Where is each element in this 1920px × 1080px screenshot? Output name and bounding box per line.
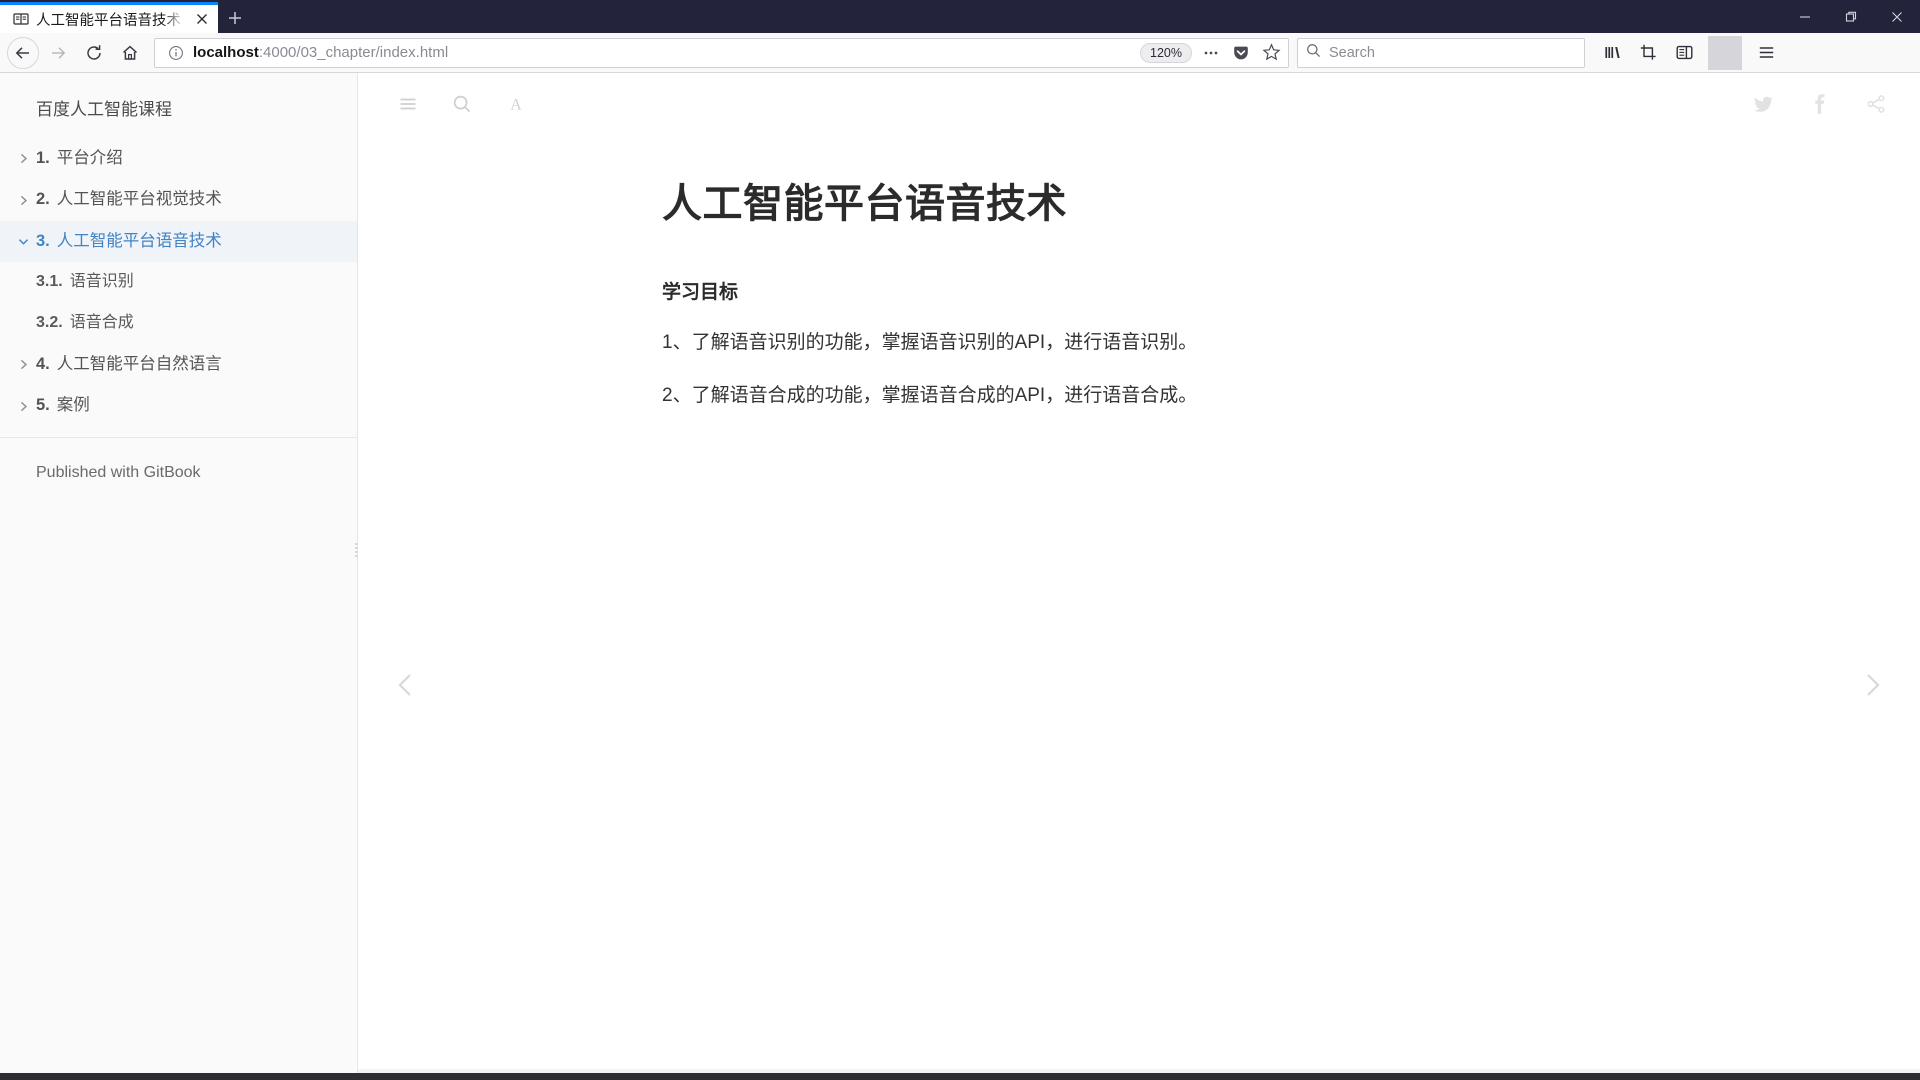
- browser-tool-icons: [1595, 35, 1783, 70]
- tab-title: 人工智能平台语音技术 | 百度人: [36, 12, 185, 29]
- sidebar-item-5-number: 5.: [36, 396, 50, 415]
- browser-search-bar[interactable]: Search: [1297, 37, 1585, 68]
- search-input[interactable]: Search: [1329, 45, 1375, 61]
- share-icon[interactable]: [1860, 88, 1892, 120]
- page-status-line: [358, 1069, 1920, 1073]
- book-favicon: [12, 11, 29, 28]
- window-close-icon[interactable]: [1874, 0, 1920, 33]
- url-input[interactable]: localhost:4000/03_chapter/index.html: [187, 44, 1140, 61]
- sidebar-item-1-number: 1.: [36, 149, 50, 167]
- page-body: 人工智能平台语音技术 学习目标 1、了解语音识别的功能，掌握语音识别的API，进…: [358, 135, 1608, 411]
- browser-window: 人工智能平台语音技术 | 百度人: [0, 0, 1920, 1080]
- window-controls: [1782, 0, 1920, 33]
- sidebar-item-1[interactable]: 1. 平台介绍: [0, 138, 357, 179]
- url-bar[interactable]: localhost:4000/03_chapter/index.html 120…: [154, 37, 1289, 68]
- browser-titlebar: 人工智能平台语音技术 | 百度人: [0, 0, 1920, 33]
- back-arrow-icon[interactable]: [7, 36, 39, 69]
- new-tab-button[interactable]: [218, 2, 252, 33]
- hamburger-menu-icon[interactable]: [1749, 36, 1783, 70]
- sidebar-item-3-1[interactable]: 3.1. 语音识别: [0, 262, 357, 303]
- twitter-icon[interactable]: [1748, 88, 1780, 120]
- sidebar-summary-list: 1. 平台介绍 2. 人工智能平台视觉技术 3. 人工智能平台语音技术 3.1.…: [0, 138, 357, 438]
- chevron-right-icon[interactable]: [10, 401, 36, 412]
- chevron-down-icon[interactable]: [10, 236, 36, 247]
- sidebar-item-3[interactable]: 3. 人工智能平台语音技术: [0, 220, 357, 263]
- sidebar-item-3-1-label: 语音识别: [69, 273, 134, 291]
- star-icon[interactable]: [1256, 39, 1286, 67]
- sidebar-item-5-label: 案例: [56, 396, 90, 415]
- zoom-level-badge[interactable]: 120%: [1140, 42, 1192, 63]
- gitbook-toolbar-left: A: [392, 88, 532, 120]
- sidebar-footer[interactable]: Published with GitBook: [0, 438, 357, 482]
- browser-navbar: localhost:4000/03_chapter/index.html 120…: [0, 33, 1920, 73]
- tab-close-icon[interactable]: [192, 9, 212, 29]
- sidebar-item-3-2[interactable]: 3.2. 语音合成: [0, 303, 357, 344]
- sidebar-item-1-label: 平台介绍: [56, 149, 123, 167]
- objective-paragraph-2: 2、了解语音合成的功能，掌握语音合成的API，进行语音合成。: [662, 385, 1198, 407]
- info-circle-icon[interactable]: [165, 42, 187, 64]
- url-host: localhost: [193, 44, 259, 61]
- sidebar-book-title: 百度人工智能课程: [36, 100, 172, 119]
- sidebar-item-3-1-number: 3.1.: [36, 273, 63, 291]
- gitbook-content: A 人工智能平台语音技术 学习目标 1、了解语音识别的功能，掌握语音识别的API…: [358, 73, 1920, 1073]
- sidebar-item-2-label: 人工智能平台视觉技术: [56, 190, 222, 209]
- gitbook-sidebar: 百度人工智能课程 1. 平台介绍 2. 人工智能平台视觉技术 3. 人工智能平台…: [0, 73, 360, 1073]
- ellipsis-icon[interactable]: [1196, 39, 1226, 67]
- screenshot-crop-icon[interactable]: [1631, 36, 1665, 70]
- objective-paragraph-1: 1、了解语音识别的功能，掌握语音识别的API，进行语音识别。: [662, 332, 1198, 353]
- chevron-right-icon[interactable]: [10, 153, 36, 164]
- sidebar-item-4[interactable]: 4. 人工智能平台自然语言: [0, 344, 357, 385]
- forward-arrow-icon: [41, 36, 75, 70]
- sidebar-item-3-2-label: 语音合成: [69, 314, 134, 332]
- sidebar-item-2[interactable]: 2. 人工智能平台视觉技术: [0, 179, 357, 220]
- toolbar-divider: [1708, 35, 1742, 70]
- sidebar-item-2-number: 2.: [36, 190, 50, 209]
- svg-text:A: A: [510, 97, 522, 114]
- sidebar-item-4-number: 4.: [36, 354, 50, 373]
- window-bottom-edge: [0, 1073, 1920, 1080]
- maximize-icon[interactable]: [1828, 0, 1874, 33]
- prev-page-button[interactable]: [386, 665, 426, 705]
- font-size-icon[interactable]: A: [500, 88, 532, 120]
- chevron-right-icon[interactable]: [10, 195, 36, 206]
- sidebar-item-3-label: 人工智能平台语音技术: [56, 231, 222, 250]
- minimize-icon[interactable]: [1782, 0, 1828, 33]
- home-icon[interactable]: [113, 36, 147, 70]
- sidebar-item-4-label: 人工智能平台自然语言: [56, 354, 222, 373]
- browser-tab[interactable]: 人工智能平台语音技术 | 百度人: [0, 2, 218, 33]
- search-icon: [1306, 43, 1321, 63]
- gitbook-toolbar-right: [1748, 88, 1892, 120]
- facebook-icon[interactable]: [1804, 88, 1836, 120]
- sidebar-item-5[interactable]: 5. 案例: [0, 385, 357, 426]
- page-title: 人工智能平台语音技术: [662, 182, 1067, 226]
- url-path: :4000/03_chapter/index.html: [258, 44, 449, 61]
- search-icon[interactable]: [446, 88, 478, 120]
- pocket-shield-icon[interactable]: [1226, 39, 1256, 67]
- library-icon[interactable]: [1595, 36, 1629, 70]
- page-viewport: 百度人工智能课程 1. 平台介绍 2. 人工智能平台视觉技术 3. 人工智能平台…: [0, 73, 1920, 1073]
- sidebar-item-3-2-number: 3.2.: [36, 314, 63, 332]
- sidebar-item-3-number: 3.: [36, 231, 50, 250]
- hamburger-menu-icon[interactable]: [392, 88, 424, 120]
- gitbook-toolbar: A: [358, 73, 1920, 135]
- reload-icon[interactable]: [77, 36, 111, 70]
- next-page-button[interactable]: [1852, 665, 1892, 705]
- chevron-right-icon[interactable]: [10, 359, 36, 370]
- sidebar-toggle-icon[interactable]: [1667, 36, 1701, 70]
- section-subheading: 学习目标: [662, 282, 739, 303]
